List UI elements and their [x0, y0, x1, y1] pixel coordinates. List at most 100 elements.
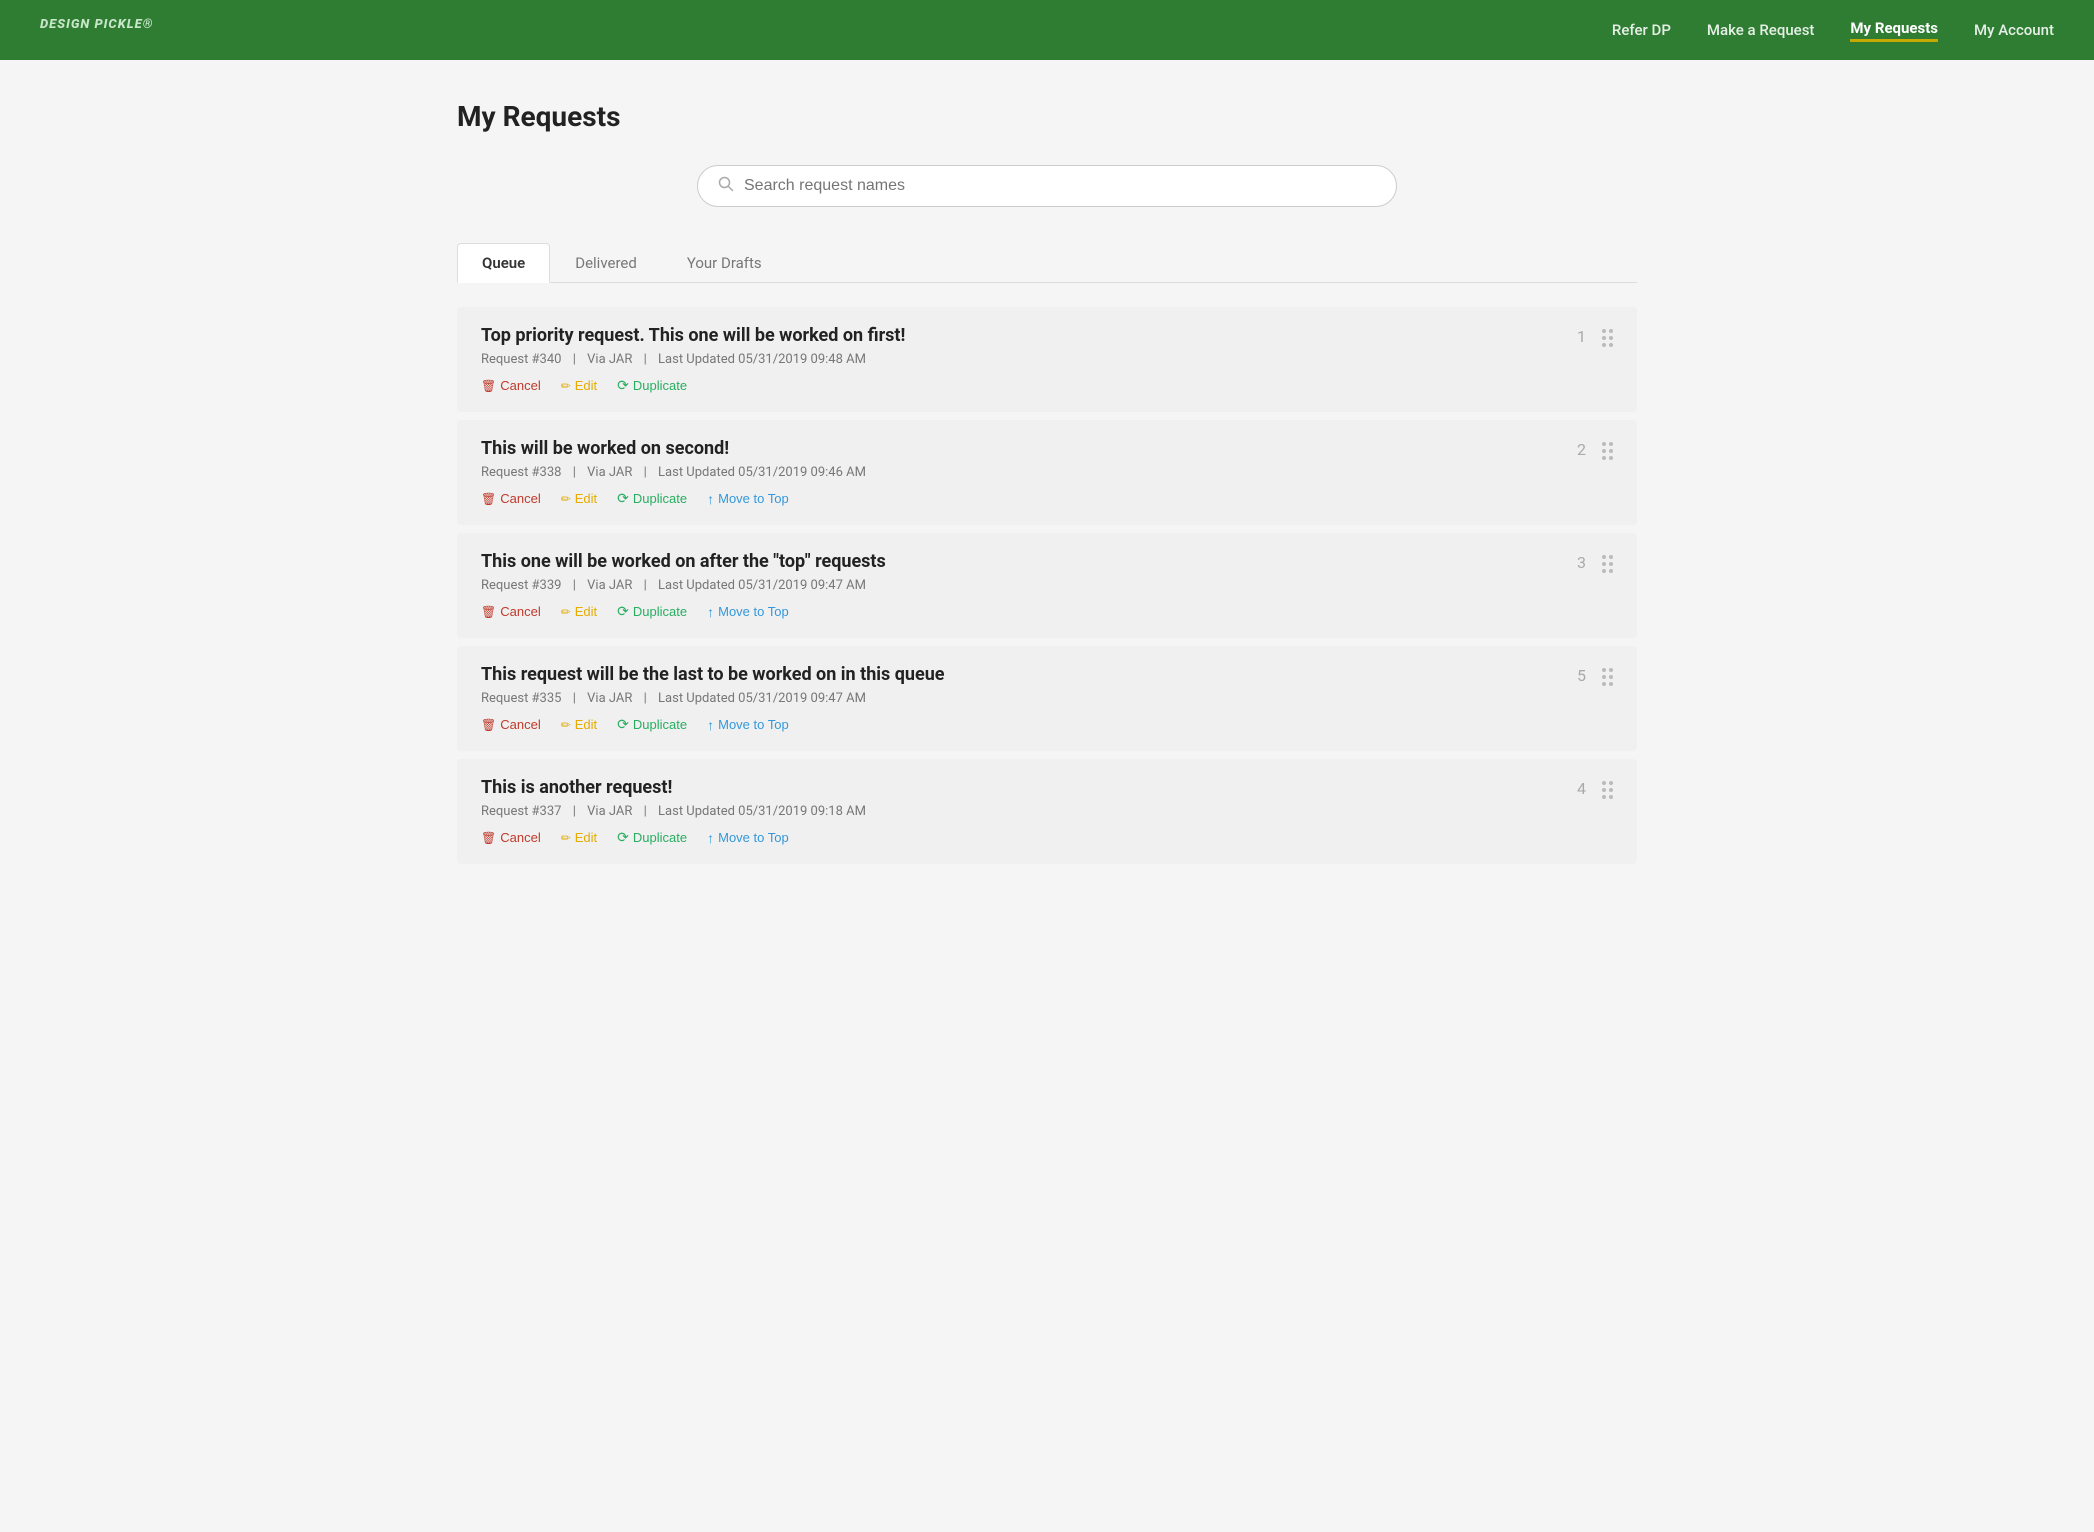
drag-handle[interactable] — [1602, 779, 1613, 799]
list-item: This is another request! Request #337 | … — [457, 759, 1637, 864]
sep2: | — [644, 352, 647, 367]
request-actions: Cancel Edit Duplicate — [481, 377, 1577, 394]
request-actions: Cancel Edit Duplicate Move to Top — [481, 490, 1577, 507]
drag-handle[interactable] — [1602, 553, 1613, 573]
list-item: Top priority request. This one will be w… — [457, 307, 1637, 412]
tab-queue[interactable]: Queue — [457, 243, 550, 283]
edit-button[interactable]: Edit — [561, 491, 597, 506]
move-to-top-button[interactable]: Move to Top — [707, 491, 789, 507]
edit-button[interactable]: Edit — [561, 604, 597, 619]
duplicate-button[interactable]: Duplicate — [617, 716, 687, 733]
duplicate-button[interactable]: Duplicate — [617, 490, 687, 507]
search-icon — [718, 176, 734, 196]
cancel-button[interactable]: Cancel — [481, 717, 541, 732]
request-last-updated: Last Updated 05/31/2019 09:18 AM — [658, 804, 866, 819]
request-actions: Cancel Edit Duplicate Move to Top — [481, 829, 1577, 846]
request-via: Via JAR — [587, 578, 632, 593]
duplicate-icon — [617, 603, 629, 620]
move-to-top-button[interactable]: Move to Top — [707, 830, 789, 846]
brand-logo: DESIGN PICKLE® — [40, 17, 154, 42]
request-last-updated: Last Updated 05/31/2019 09:48 AM — [658, 352, 866, 367]
duplicate-icon — [617, 377, 629, 394]
request-last-updated: Last Updated 05/31/2019 09:47 AM — [658, 691, 866, 706]
cancel-button[interactable]: Cancel — [481, 830, 541, 845]
move-icon — [707, 604, 714, 620]
request-actions: Cancel Edit Duplicate Move to Top — [481, 716, 1577, 733]
duplicate-label: Duplicate — [633, 491, 687, 506]
duplicate-button[interactable]: Duplicate — [617, 829, 687, 846]
request-via: Via JAR — [587, 804, 632, 819]
cancel-button[interactable]: Cancel — [481, 491, 541, 506]
sep2: | — [644, 578, 647, 593]
pencil-icon — [561, 830, 571, 845]
request-via: Via JAR — [587, 691, 632, 706]
nav-refer-dp[interactable]: Refer DP — [1612, 21, 1671, 39]
tab-your-drafts[interactable]: Your Drafts — [662, 243, 787, 282]
duplicate-button[interactable]: Duplicate — [617, 377, 687, 394]
edit-label: Edit — [575, 378, 597, 393]
duplicate-button[interactable]: Duplicate — [617, 603, 687, 620]
tab-delivered[interactable]: Delivered — [550, 243, 662, 282]
pencil-icon — [561, 604, 571, 619]
request-title: This request will be the last to be work… — [481, 664, 1577, 685]
drag-handle[interactable] — [1602, 666, 1613, 686]
edit-button[interactable]: Edit — [561, 378, 597, 393]
main-content: My Requests Queue Delivered Your Drafts … — [417, 60, 1677, 924]
drag-dot — [1602, 675, 1606, 679]
request-title: Top priority request. This one will be w… — [481, 325, 1577, 346]
trash-icon — [481, 378, 496, 393]
trash-icon — [481, 830, 496, 845]
request-meta: Request #339 | Via JAR | Last Updated 05… — [481, 578, 1577, 593]
request-left: This is another request! Request #337 | … — [481, 777, 1577, 846]
sep1: | — [573, 578, 576, 593]
nav-links: Refer DP Make a Request My Requests My A… — [1612, 19, 2054, 42]
move-to-top-button[interactable]: Move to Top — [707, 717, 789, 733]
duplicate-label: Duplicate — [633, 378, 687, 393]
drag-dot — [1602, 562, 1606, 566]
drag-dot — [1609, 795, 1613, 799]
drag-dot — [1609, 456, 1613, 460]
edit-button[interactable]: Edit — [561, 717, 597, 732]
request-left: This will be worked on second! Request #… — [481, 438, 1577, 507]
search-input[interactable] — [744, 177, 1376, 195]
request-right: 3 — [1577, 551, 1613, 573]
edit-button[interactable]: Edit — [561, 830, 597, 845]
cancel-label: Cancel — [500, 830, 540, 845]
request-last-updated: Last Updated 05/31/2019 09:46 AM — [658, 465, 866, 480]
cancel-button[interactable]: Cancel — [481, 604, 541, 619]
duplicate-icon — [617, 490, 629, 507]
nav-make-request[interactable]: Make a Request — [1707, 21, 1815, 39]
pencil-icon — [561, 378, 571, 393]
brand-trademark: ® — [143, 17, 154, 32]
edit-label: Edit — [575, 717, 597, 732]
search-box — [697, 165, 1397, 207]
request-list: Top priority request. This one will be w… — [457, 307, 1637, 864]
move-to-top-label: Move to Top — [718, 604, 789, 619]
nav-my-account[interactable]: My Account — [1974, 21, 2054, 39]
drag-dot — [1609, 555, 1613, 559]
queue-position: 5 — [1577, 666, 1586, 685]
queue-position: 3 — [1577, 553, 1586, 572]
brand-name: DESIGN PICKLE — [40, 17, 143, 32]
request-title: This is another request! — [481, 777, 1577, 798]
sep2: | — [644, 804, 647, 819]
request-number: Request #338 — [481, 465, 561, 480]
list-item: This will be worked on second! Request #… — [457, 420, 1637, 525]
nav-my-requests[interactable]: My Requests — [1850, 19, 1938, 42]
sep1: | — [573, 465, 576, 480]
duplicate-label: Duplicate — [633, 604, 687, 619]
request-right: 2 — [1577, 438, 1613, 460]
request-number: Request #337 — [481, 804, 561, 819]
cancel-label: Cancel — [500, 491, 540, 506]
navbar: DESIGN PICKLE® Refer DP Make a Request M… — [0, 0, 2094, 60]
drag-handle[interactable] — [1602, 327, 1613, 347]
duplicate-icon — [617, 829, 629, 846]
drag-dot — [1602, 449, 1606, 453]
move-to-top-label: Move to Top — [718, 717, 789, 732]
request-via: Via JAR — [587, 352, 632, 367]
drag-handle[interactable] — [1602, 440, 1613, 460]
move-to-top-button[interactable]: Move to Top — [707, 604, 789, 620]
cancel-button[interactable]: Cancel — [481, 378, 541, 393]
request-number: Request #340 — [481, 352, 561, 367]
trash-icon — [481, 491, 496, 506]
